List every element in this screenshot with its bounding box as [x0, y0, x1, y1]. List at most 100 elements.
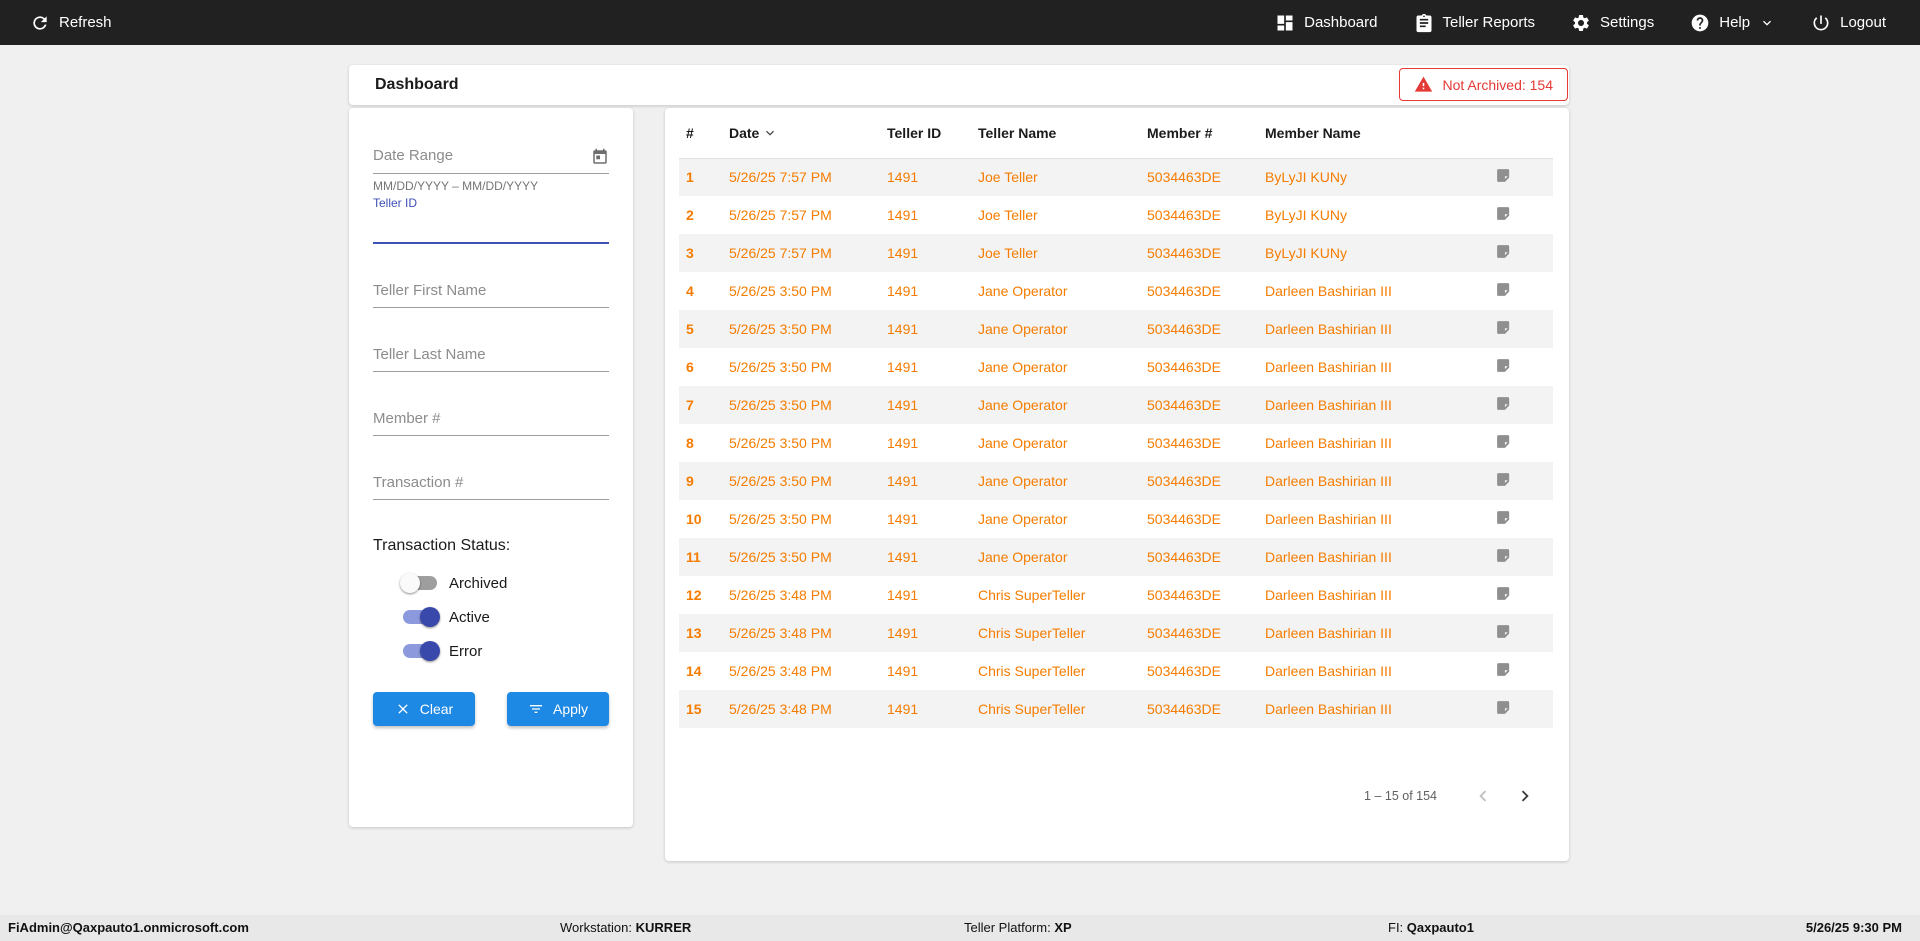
table-row[interactable]: 85/26/25 3:50 PM1491Jane Operator5034463…	[679, 424, 1553, 462]
power-icon	[1811, 13, 1831, 33]
status-toggles: Archived Active Error	[373, 566, 609, 668]
col-header-note	[1470, 108, 1553, 158]
note-icon[interactable]	[1495, 509, 1512, 526]
cell-date: 5/26/25 3:48 PM	[722, 614, 880, 652]
nav-dashboard[interactable]: Dashboard	[1275, 0, 1377, 45]
toggle-archived[interactable]: Archived	[373, 566, 609, 600]
table-row[interactable]: 125/26/25 3:48 PM1491Chris SuperTeller50…	[679, 576, 1553, 614]
table-row[interactable]: 105/26/25 3:50 PM1491Jane Operator503446…	[679, 500, 1553, 538]
cell-date: 5/26/25 7:57 PM	[722, 234, 880, 272]
prev-page-button[interactable]	[1465, 778, 1501, 814]
toggle-error[interactable]: Error	[373, 634, 609, 668]
cell-member-name: Darleen Bashirian III	[1258, 576, 1470, 614]
table-row[interactable]: 65/26/25 3:50 PM1491Jane Operator5034463…	[679, 348, 1553, 386]
note-glyph	[1495, 357, 1512, 374]
table-row[interactable]: 35/26/25 7:57 PM1491Joe Teller5034463DEB…	[679, 234, 1553, 272]
table-row[interactable]: 155/26/25 3:48 PM1491Chris SuperTeller50…	[679, 690, 1553, 728]
cell-note	[1470, 424, 1553, 462]
cell-member-name: Darleen Bashirian III	[1258, 690, 1470, 728]
note-icon[interactable]	[1495, 243, 1512, 260]
table-row[interactable]: 15/26/25 7:57 PM1491Joe Teller5034463DEB…	[679, 158, 1553, 196]
switch-track[interactable]	[403, 644, 437, 658]
cell-member-name: Darleen Bashirian III	[1258, 500, 1470, 538]
note-icon[interactable]	[1495, 585, 1512, 602]
teller-last-name-input[interactable]	[373, 342, 609, 372]
cell-row-number: 15	[679, 690, 722, 728]
cell-date: 5/26/25 7:57 PM	[722, 158, 880, 196]
cell-teller-name: Jane Operator	[971, 462, 1140, 500]
pagination-range-label: 1 – 15 of 154	[1364, 789, 1437, 803]
cell-teller-name: Chris SuperTeller	[971, 690, 1140, 728]
table-row[interactable]: 95/26/25 3:50 PM1491Jane Operator5034463…	[679, 462, 1553, 500]
workstation-value: KURRER	[636, 920, 692, 935]
cell-member-name: Darleen Bashirian III	[1258, 462, 1470, 500]
switch-track[interactable]	[403, 576, 437, 590]
note-icon[interactable]	[1495, 661, 1512, 678]
cell-member-number: 5034463DE	[1140, 500, 1258, 538]
nav-logout[interactable]: Logout	[1811, 0, 1886, 45]
note-icon[interactable]	[1495, 623, 1512, 640]
table-header-row: # Date Teller ID Teller Name Member # Me…	[679, 108, 1553, 158]
cell-row-number: 8	[679, 424, 722, 462]
cell-row-number: 7	[679, 386, 722, 424]
clear-button[interactable]: Clear	[373, 692, 475, 726]
date-range-input[interactable]	[373, 142, 609, 174]
transactions-table: # Date Teller ID Teller Name Member # Me…	[679, 108, 1553, 728]
teller-first-name-input[interactable]	[373, 278, 609, 308]
note-icon[interactable]	[1495, 547, 1512, 564]
nav-teller-reports[interactable]: Teller Reports	[1414, 0, 1536, 45]
col-header-date[interactable]: Date	[722, 108, 880, 158]
note-icon[interactable]	[1495, 471, 1512, 488]
table-row[interactable]: 115/26/25 3:50 PM1491Jane Operator503446…	[679, 538, 1553, 576]
note-icon[interactable]	[1495, 433, 1512, 450]
cell-row-number: 4	[679, 272, 722, 310]
toggle-active[interactable]: Active	[373, 600, 609, 634]
cell-teller-id: 1491	[880, 652, 971, 690]
cell-row-number: 2	[679, 196, 722, 234]
cell-teller-id: 1491	[880, 424, 971, 462]
switch-track[interactable]	[403, 610, 437, 624]
note-icon[interactable]	[1495, 167, 1512, 184]
note-icon[interactable]	[1495, 395, 1512, 412]
refresh-button[interactable]: Refresh	[30, 0, 112, 45]
next-page-button[interactable]	[1507, 778, 1543, 814]
member-number-input[interactable]	[373, 406, 609, 436]
filter-actions: Clear Apply	[373, 692, 609, 726]
note-icon[interactable]	[1495, 357, 1512, 374]
note-icon[interactable]	[1495, 281, 1512, 298]
table-row[interactable]: 25/26/25 7:57 PM1491Joe Teller5034463DEB…	[679, 196, 1553, 234]
cell-member-number: 5034463DE	[1140, 348, 1258, 386]
cell-teller-id: 1491	[880, 576, 971, 614]
teller-id-input[interactable]	[373, 210, 609, 244]
cell-member-name: Darleen Bashirian III	[1258, 538, 1470, 576]
cell-member-number: 5034463DE	[1140, 234, 1258, 272]
transaction-number-input[interactable]	[373, 470, 609, 500]
not-archived-badge[interactable]: Not Archived: 154	[1399, 68, 1568, 101]
table-row[interactable]: 75/26/25 3:50 PM1491Jane Operator5034463…	[679, 386, 1553, 424]
note-icon[interactable]	[1495, 699, 1512, 716]
toggle-error-label: Error	[449, 643, 482, 660]
cell-row-number: 6	[679, 348, 722, 386]
cell-note	[1470, 158, 1553, 196]
nav-help[interactable]: Help	[1690, 0, 1775, 45]
nav-settings[interactable]: Settings	[1571, 0, 1654, 45]
cell-note	[1470, 652, 1553, 690]
table-row[interactable]: 45/26/25 3:50 PM1491Jane Operator5034463…	[679, 272, 1553, 310]
dashboard-icon	[1275, 13, 1295, 33]
status-bar: FiAdmin@Qaxpauto1.onmicrosoft.com Workst…	[0, 915, 1920, 941]
note-icon[interactable]	[1495, 319, 1512, 336]
table-row[interactable]: 145/26/25 3:48 PM1491Chris SuperTeller50…	[679, 652, 1553, 690]
table-row[interactable]: 55/26/25 3:50 PM1491Jane Operator5034463…	[679, 310, 1553, 348]
cell-note	[1470, 348, 1553, 386]
note-glyph	[1495, 585, 1512, 602]
cell-teller-name: Joe Teller	[971, 234, 1140, 272]
cell-note	[1470, 500, 1553, 538]
fi-value: Qaxpauto1	[1407, 920, 1474, 935]
table-row[interactable]: 135/26/25 3:48 PM1491Chris SuperTeller50…	[679, 614, 1553, 652]
calendar-icon[interactable]	[591, 148, 609, 166]
date-range-field	[373, 142, 609, 174]
cell-teller-name: Chris SuperTeller	[971, 614, 1140, 652]
apply-button[interactable]: Apply	[507, 692, 609, 726]
note-icon[interactable]	[1495, 205, 1512, 222]
nav-logout-label: Logout	[1840, 14, 1886, 31]
